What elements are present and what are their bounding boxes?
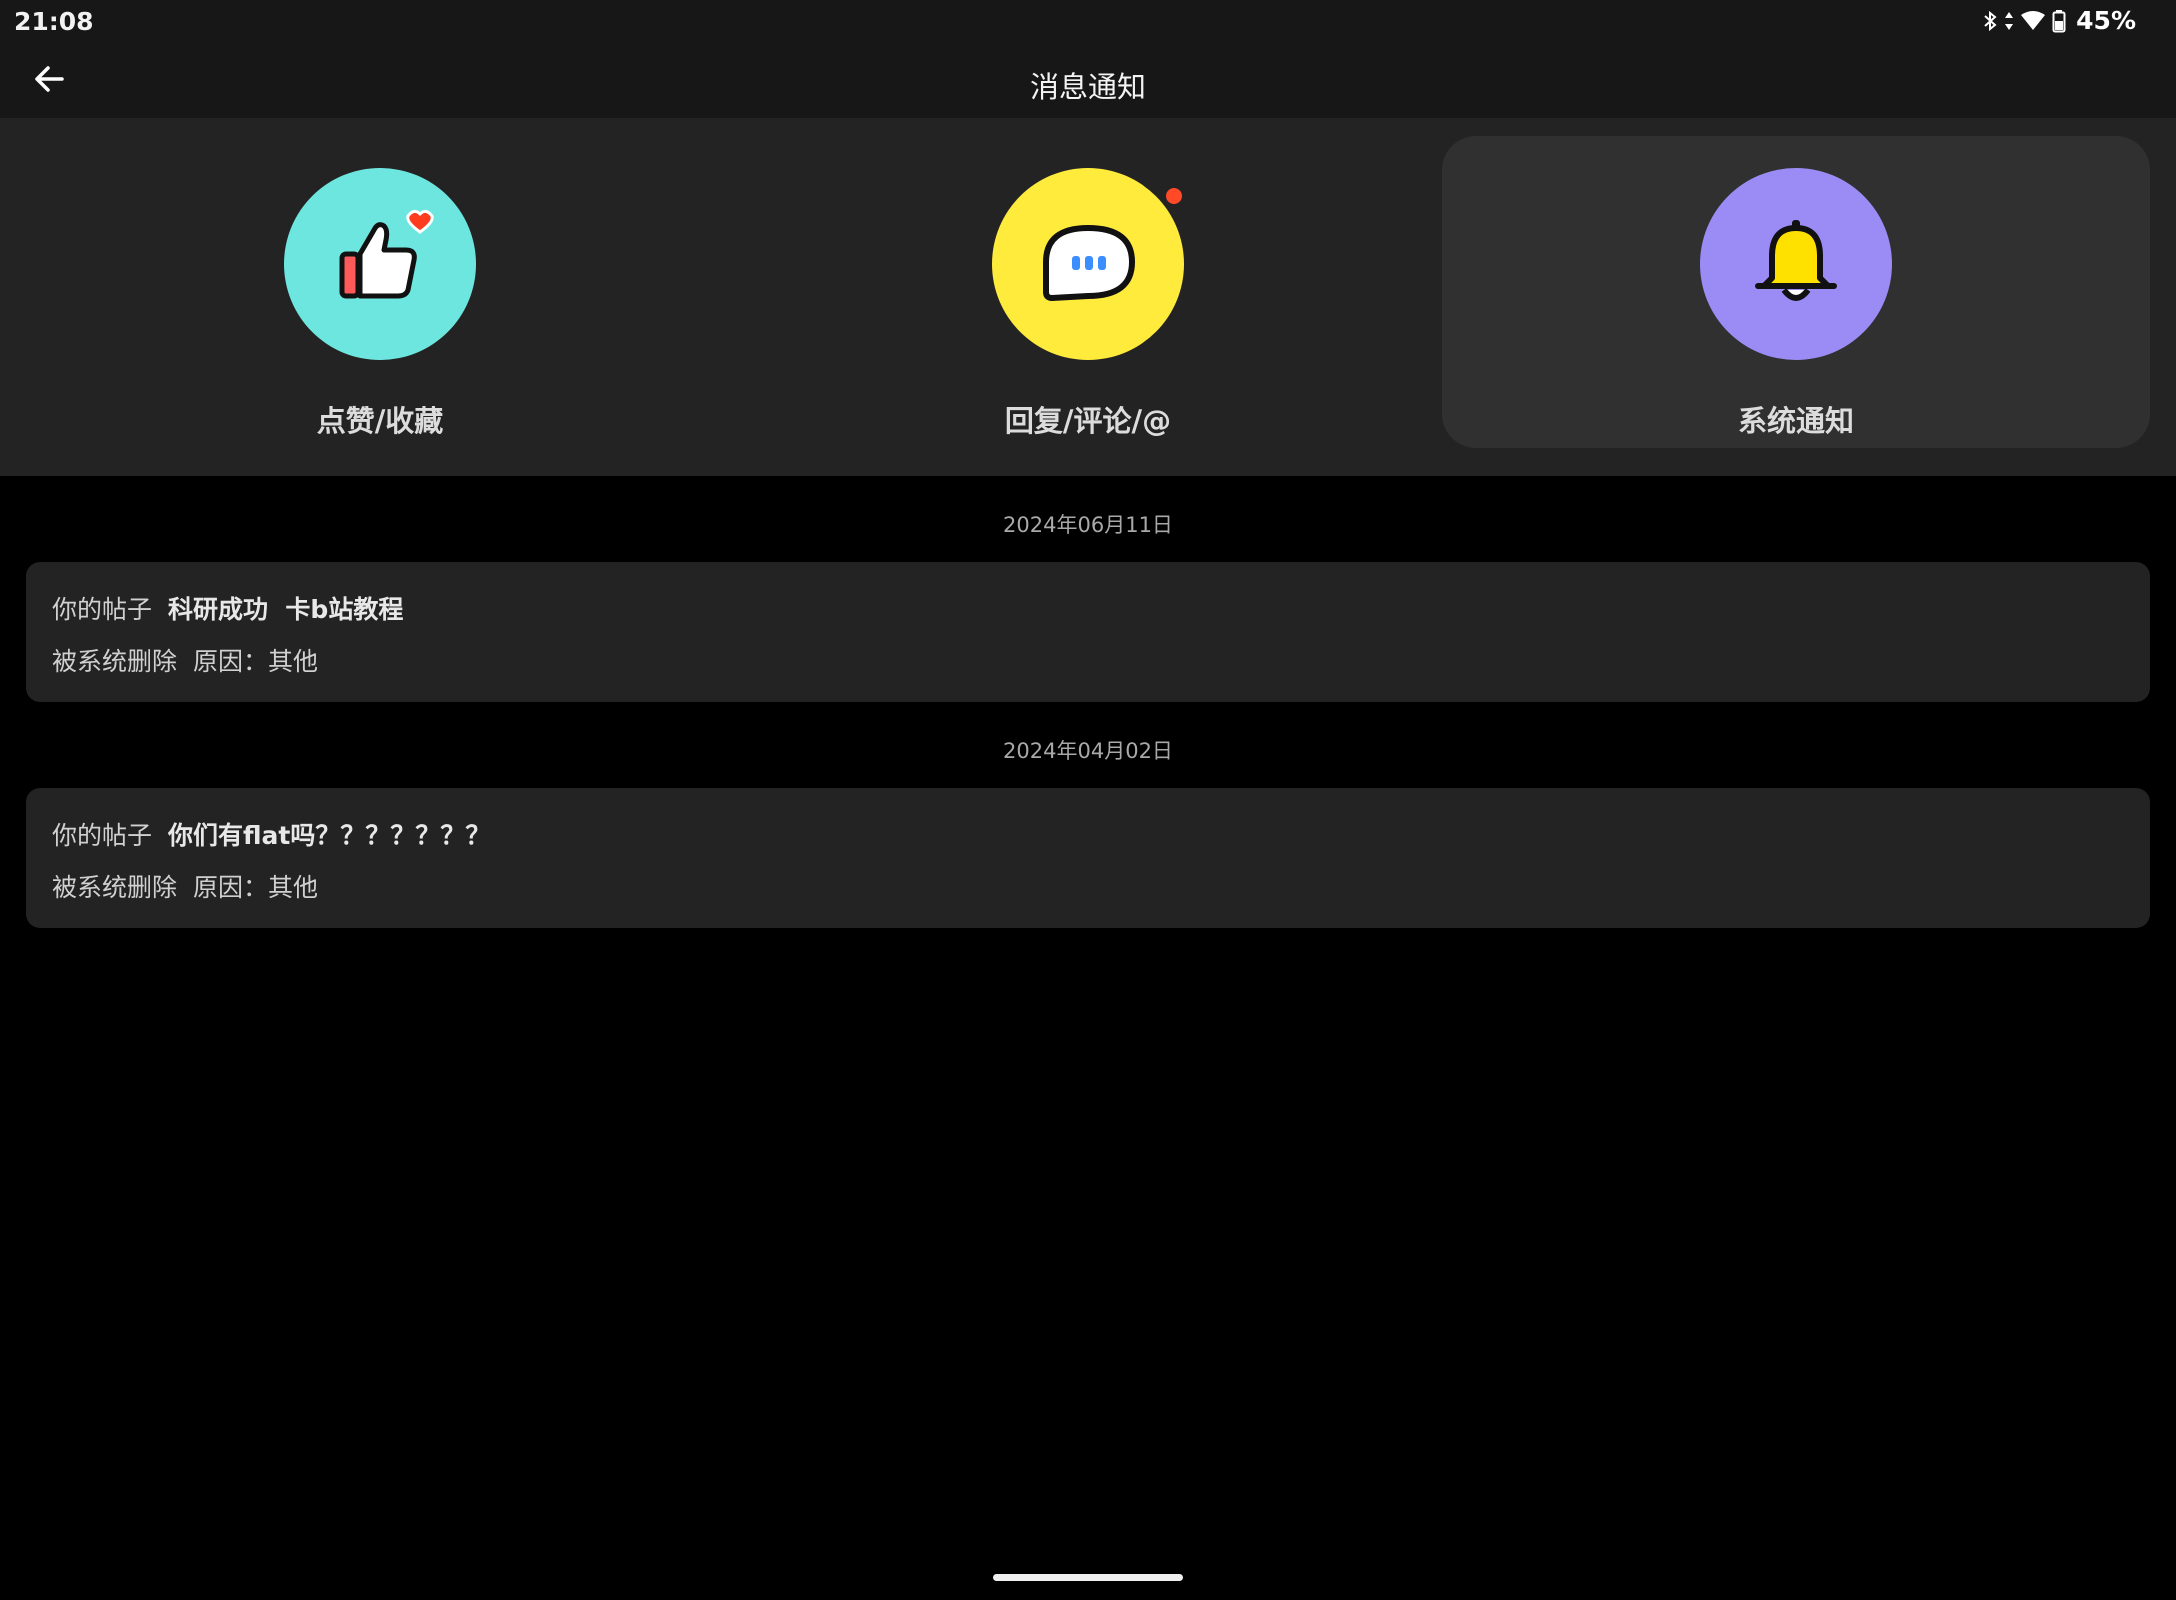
notice-line: 你的帖子 你们有flat吗？？？？？？？: [52, 816, 490, 852]
notice-action: 被系统删除: [52, 647, 178, 676]
date-label: 2024年04月02日: [1003, 739, 1173, 763]
notice-line: 你的帖子 科研成功 卡b站教程: [52, 590, 403, 626]
notice-prefix: 你的帖子: [52, 595, 153, 624]
post-title: 科研成功 卡b站教程: [168, 595, 404, 624]
battery-percent: 45%: [2076, 6, 2136, 35]
notice-line: 被系统删除 原因：其他: [52, 642, 318, 678]
bluetooth-icon: [1982, 9, 1998, 33]
replies-icon-circle: [992, 168, 1184, 360]
notice-action: 被系统删除: [52, 873, 178, 902]
category-likes-favorites[interactable]: 点赞/收藏: [26, 136, 734, 448]
unread-badge: [1166, 188, 1182, 204]
page-title: 消息通知: [1029, 70, 1146, 104]
status-icons: 45%: [1982, 6, 2136, 35]
thumbs-up-heart-icon: [320, 202, 440, 326]
notice-line: 被系统删除 原因：其他: [52, 868, 318, 904]
home-indicator[interactable]: [993, 1574, 1183, 1581]
notice-card[interactable]: 你的帖子 你们有flat吗？？？？？？？ 被系统删除 原因：其他: [26, 788, 2150, 928]
system-icon-circle: [1700, 168, 1892, 360]
category-label: 回复/评论/@: [1004, 404, 1172, 438]
status-time: 21:08: [14, 7, 94, 36]
category-panel: 点赞/收藏 回复/评论/@ 系统通知: [0, 118, 2176, 476]
category-label: 点赞/收藏: [316, 404, 444, 438]
post-title: 你们有flat吗？？？？？？？: [168, 821, 491, 850]
category-label: 系统通知: [1737, 404, 1854, 438]
date-label: 2024年06月11日: [1003, 513, 1173, 537]
data-arrows-icon: [2004, 9, 2014, 33]
wifi-icon: [2020, 10, 2046, 32]
category-replies-comments[interactable]: 回复/评论/@: [734, 136, 1442, 448]
notice-reason: 原因：其他: [193, 647, 319, 676]
notice-card[interactable]: 你的帖子 科研成功 卡b站教程 被系统删除 原因：其他: [26, 562, 2150, 702]
chat-bubble-icon: [1028, 202, 1148, 326]
bell-icon: [1736, 202, 1856, 326]
battery-icon: [2052, 9, 2066, 33]
notice-reason: 原因：其他: [193, 873, 319, 902]
likes-icon-circle: [284, 168, 476, 360]
category-system-notice[interactable]: 系统通知: [1442, 136, 2150, 448]
app-bar: 消息通知: [0, 44, 2176, 118]
notice-prefix: 你的帖子: [52, 821, 153, 850]
status-bar: 21:08 45%: [0, 0, 2176, 44]
